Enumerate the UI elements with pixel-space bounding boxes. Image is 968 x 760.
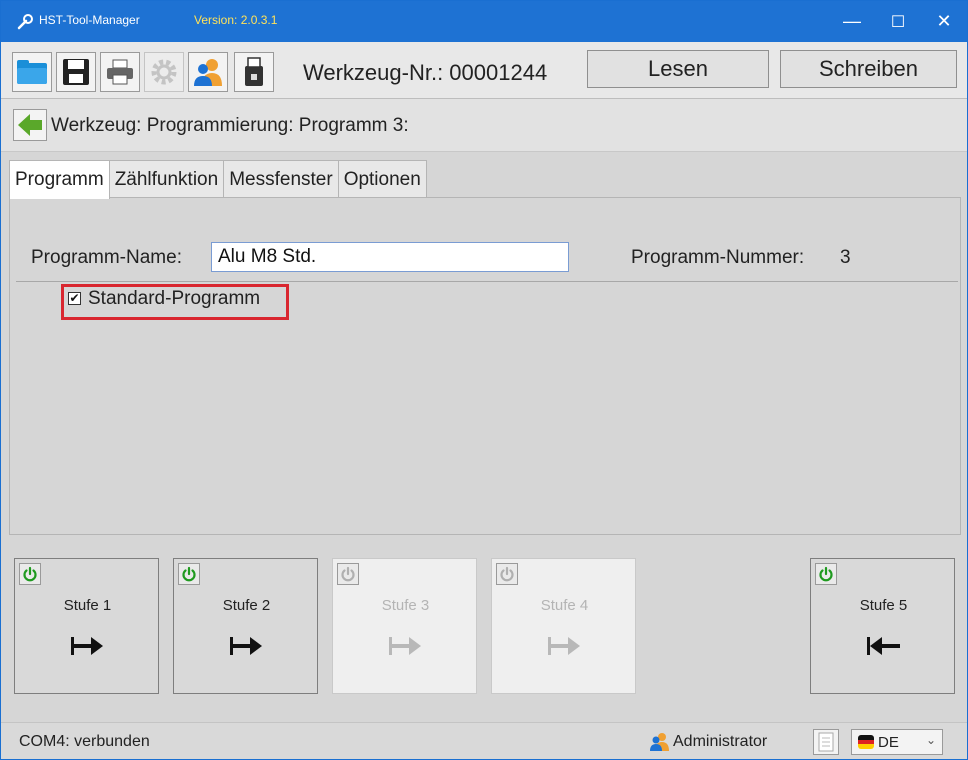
language-label: DE xyxy=(878,734,899,751)
title-bar: HST-Tool-Manager Version: 2.0.3.1 — ☐ ✕ xyxy=(1,1,967,42)
german-flag-icon xyxy=(858,735,874,749)
program-name-input[interactable] xyxy=(211,242,569,272)
user-name: Administrator xyxy=(673,733,768,750)
folder-icon xyxy=(17,60,47,84)
chevron-down-icon: ⌄ xyxy=(926,733,937,747)
close-button[interactable]: ✕ xyxy=(921,1,967,42)
app-title: HST-Tool-Manager xyxy=(39,13,140,27)
status-bar: COM4: verbunden Administrator DE ⌄ xyxy=(1,722,967,759)
power-icon xyxy=(819,566,833,582)
user-management-button[interactable] xyxy=(188,52,228,92)
power-icon xyxy=(341,566,355,582)
power-button-5[interactable] xyxy=(815,563,837,585)
stage-label: Stufe 4 xyxy=(540,597,589,614)
save-button[interactable] xyxy=(56,52,96,92)
breadcrumb-text: Werkzeug: Programmierung: Programm 3: xyxy=(51,115,409,136)
power-icon xyxy=(182,566,196,582)
users-icon xyxy=(194,59,222,86)
power-button-3[interactable] xyxy=(337,563,359,585)
power-icon xyxy=(500,566,514,582)
stage-2-button[interactable]: Stufe 2 xyxy=(173,558,318,694)
log-button[interactable] xyxy=(813,729,839,755)
gear-icon xyxy=(151,59,177,85)
power-button-2[interactable] xyxy=(178,563,200,585)
standard-program-checkbox[interactable]: ✔ xyxy=(68,292,81,305)
werkzeug-number: Werkzeug-Nr.: 00001244 xyxy=(303,60,548,85)
print-button[interactable] xyxy=(100,52,140,92)
arrow-right-to-bar-icon xyxy=(230,637,262,655)
program-name-label: Programm-Name: xyxy=(31,247,182,268)
usb-icon xyxy=(245,57,263,86)
printer-icon xyxy=(107,59,133,85)
stage-1-button[interactable]: Stufe 1 xyxy=(14,558,159,694)
arrow-right-to-bar-icon xyxy=(71,637,103,655)
connection-status: COM4: verbunden xyxy=(19,733,150,750)
document-icon xyxy=(818,732,834,752)
toolbar: Werkzeug-Nr.: 00001244 Lesen Schreiben xyxy=(1,42,967,99)
stage-label: Stufe 3 xyxy=(381,597,430,614)
settings-button[interactable] xyxy=(144,52,184,92)
language-select[interactable]: DE ⌄ xyxy=(851,729,943,755)
stage-5-button[interactable]: Stufe 5 xyxy=(810,558,955,694)
arrow-right-to-bar-icon xyxy=(389,637,421,655)
wrench-icon xyxy=(17,14,33,30)
save-icon xyxy=(63,59,89,85)
read-button[interactable]: Lesen xyxy=(587,50,769,88)
minimize-button[interactable]: — xyxy=(829,1,875,42)
app-version: Version: 2.0.3.1 xyxy=(194,13,278,27)
stage-label: Stufe 1 xyxy=(63,597,112,614)
arrow-left-icon xyxy=(18,114,42,136)
usb-button[interactable] xyxy=(234,52,274,92)
maximize-button[interactable]: ☐ xyxy=(875,1,921,42)
write-button[interactable]: Schreiben xyxy=(780,50,957,88)
tab-programm[interactable]: Programm xyxy=(9,160,110,199)
tab-messfenster[interactable]: Messfenster xyxy=(223,160,339,198)
program-number-label: Programm-Nummer: xyxy=(631,247,805,268)
stage-4-button[interactable]: Stufe 4 xyxy=(491,558,636,694)
stage-label: Stufe 5 xyxy=(859,597,908,614)
app-window: HST-Tool-Manager Version: 2.0.3.1 — ☐ ✕ xyxy=(0,0,968,760)
tab-bar: Programm Zählfunktion Messfenster Option… xyxy=(9,160,427,199)
breadcrumb: Werkzeug: Programmierung: Programm 3: xyxy=(1,99,967,152)
arrow-right-to-bar-icon xyxy=(548,637,580,655)
user-icon xyxy=(650,733,669,751)
open-folder-button[interactable] xyxy=(12,52,52,92)
divider xyxy=(16,281,958,282)
program-number-value: 3 xyxy=(840,247,851,268)
power-button-1[interactable] xyxy=(19,563,41,585)
standard-program-label[interactable]: Standard-Programm xyxy=(88,288,260,310)
tab-zaehlfunktion[interactable]: Zählfunktion xyxy=(108,160,225,198)
power-icon xyxy=(23,566,37,582)
back-button[interactable] xyxy=(13,109,47,141)
power-button-4[interactable] xyxy=(496,563,518,585)
arrow-left-to-bar-icon xyxy=(867,637,900,655)
stage-label: Stufe 2 xyxy=(222,597,271,614)
stage-3-button[interactable]: Stufe 3 xyxy=(332,558,477,694)
tab-optionen[interactable]: Optionen xyxy=(337,160,427,198)
